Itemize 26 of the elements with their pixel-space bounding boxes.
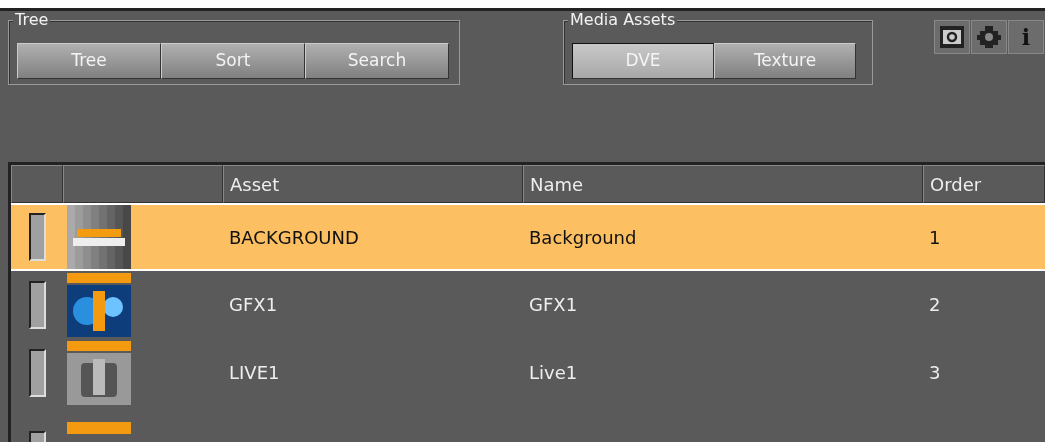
table-cell-text: Background bbox=[528, 225, 638, 250]
row-indicator bbox=[29, 280, 46, 329]
row-indicator bbox=[29, 348, 46, 397]
row-indicator bbox=[29, 213, 46, 261]
film-gear-icon bbox=[939, 25, 965, 49]
column-header: Name bbox=[523, 165, 923, 203]
toggle-button[interactable]: DVE bbox=[572, 43, 714, 79]
table-cell-text: BACKGROUND bbox=[228, 225, 360, 250]
table-cell-text: 3 bbox=[928, 361, 942, 385]
header-cell bbox=[11, 165, 63, 203]
table-cell-text: LIVE1 bbox=[228, 361, 281, 385]
column-header: Order bbox=[923, 165, 1045, 203]
puzzle-icon bbox=[976, 24, 1002, 50]
toolbar-button[interactable] bbox=[971, 20, 1007, 54]
toggle-button[interactable]: Sort bbox=[161, 43, 305, 79]
info-button[interactable]: i bbox=[1008, 20, 1044, 54]
table-cell-text: 2 bbox=[928, 293, 942, 317]
column-header: Asset bbox=[223, 165, 523, 203]
toolbar-button[interactable] bbox=[934, 20, 970, 54]
toggle-button[interactable]: Tree bbox=[17, 43, 161, 79]
table-cell-text: GFX1 bbox=[228, 293, 279, 317]
table-cell-text: 1 bbox=[928, 225, 942, 250]
toggle-button[interactable]: Search bbox=[305, 43, 449, 79]
table-cell-text: GFX1 bbox=[528, 293, 579, 317]
toggle-button[interactable]: Texture bbox=[714, 43, 856, 79]
table-cell-text: Live1 bbox=[528, 361, 579, 385]
